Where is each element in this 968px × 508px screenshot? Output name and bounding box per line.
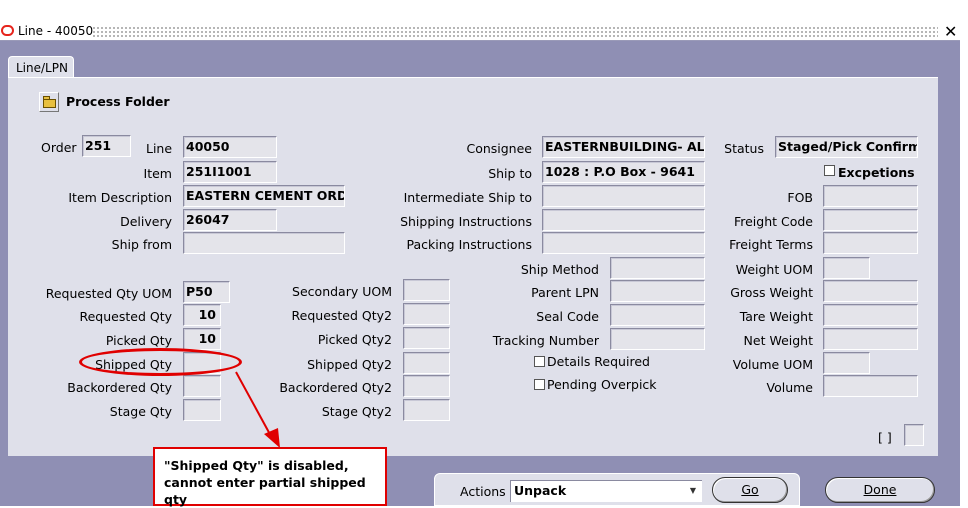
gross-weight-label: Gross Weight [730, 285, 813, 300]
item-label: Item [143, 166, 172, 181]
process-folder-label: Process Folder [66, 94, 170, 109]
window-title: Line - 40050 [18, 24, 94, 38]
packing-instructions-label: Packing Instructions [406, 237, 532, 252]
annotation-line-2: cannot enter partial shipped qty [164, 475, 366, 507]
consignee-field[interactable]: EASTERNBUILDING- ALL [542, 136, 705, 158]
intermediate-ship-to-field[interactable] [542, 185, 705, 207]
annotation-highlight-ellipse [79, 348, 242, 376]
seal-code-label: Seal Code [536, 309, 599, 324]
details-required-checkbox[interactable] [534, 356, 545, 367]
stage-qty2-field[interactable] [403, 399, 450, 421]
secondary-uom-field[interactable] [403, 279, 450, 301]
annotation-callout: "Shipped Qty" is disabled, cannot enter … [153, 447, 387, 507]
oracle-logo-icon [1, 25, 14, 36]
stage-qty-label: Stage Qty [109, 404, 172, 419]
picked-qty-field[interactable]: 10 [183, 328, 221, 350]
requested-qty2-label: Requested Qty2 [291, 308, 392, 323]
fob-label: FOB [787, 190, 813, 205]
ship-to-label: Ship to [488, 166, 532, 181]
ship-method-field[interactable] [610, 257, 705, 279]
backordered-qty-label: Backordered Qty [67, 380, 172, 395]
title-bar-texture [92, 26, 938, 37]
pending-overpick-checkbox[interactable] [534, 379, 545, 390]
shipping-instructions-field[interactable] [542, 209, 705, 231]
title-bar: Line - 40050 ✕ [0, 22, 960, 41]
secondary-uom-label: Secondary UOM [292, 284, 392, 299]
status-label: Status [724, 141, 764, 156]
intermediate-ship-to-label: Intermediate Ship to [403, 190, 532, 205]
status-field[interactable]: Staged/Pick Confirme [775, 136, 918, 158]
picked-qty-label: Picked Qty [105, 333, 172, 348]
go-button-label: Go [741, 482, 759, 497]
shipped-qty2-field[interactable] [403, 352, 450, 374]
close-icon[interactable]: ✕ [944, 22, 957, 41]
weight-uom-label: Weight UOM [735, 262, 813, 277]
requested-qty-uom-label: Requested Qty UOM [45, 286, 172, 301]
ship-to-field[interactable]: 1028 : P.O Box - 9641 [542, 161, 705, 183]
folder-icon [43, 99, 56, 108]
picked-qty2-label: Picked Qty2 [317, 332, 392, 347]
requested-qty-label: Requested Qty [79, 309, 172, 324]
net-weight-field[interactable] [823, 328, 918, 350]
shipping-instructions-label: Shipping Instructions [400, 214, 532, 229]
tare-weight-label: Tare Weight [739, 309, 813, 324]
parent-lpn-field[interactable] [610, 280, 705, 302]
volume-uom-label: Volume UOM [732, 357, 813, 372]
volume-field[interactable] [823, 375, 918, 397]
picked-qty2-field[interactable] [403, 327, 450, 349]
tracking-number-label: Tracking Number [492, 333, 599, 348]
packing-instructions-field[interactable] [542, 232, 705, 254]
parent-lpn-label: Parent LPN [531, 285, 599, 300]
annotation-arrow [235, 371, 280, 448]
ship-from-field[interactable] [183, 232, 345, 254]
line-label: Line [146, 141, 173, 156]
freight-terms-field[interactable] [823, 232, 918, 254]
volume-label: Volume [766, 380, 814, 395]
item-field[interactable]: 251I1001 [183, 161, 277, 183]
freight-code-label: Freight Code [733, 214, 813, 229]
go-button[interactable]: Go [712, 477, 788, 503]
process-folder-button[interactable] [39, 92, 59, 112]
backordered-qty2-field[interactable] [403, 375, 450, 397]
freight-terms-label: Freight Terms [729, 237, 813, 252]
details-required-label: Details Required [547, 354, 650, 369]
weight-uom-field[interactable] [823, 257, 870, 279]
stage-qty-field[interactable] [183, 399, 221, 421]
ship-method-label: Ship Method [520, 262, 599, 277]
exceptions-label: Excpetions [838, 165, 915, 180]
actions-select-value: Unpack [514, 483, 567, 498]
tracking-number-field[interactable] [610, 328, 705, 350]
chevron-down-icon[interactable]: ▼ [686, 483, 700, 499]
delivery-field[interactable]: 26047 [183, 209, 277, 231]
line-field[interactable]: 40050 [183, 136, 277, 158]
tare-weight-field[interactable] [823, 304, 918, 326]
done-button[interactable]: Done [825, 477, 935, 503]
net-weight-label: Net Weight [743, 333, 813, 348]
gross-weight-field[interactable] [823, 280, 918, 302]
item-description-field[interactable]: EASTERN CEMENT ORDIN [183, 185, 345, 207]
requested-qty-field[interactable]: 10 [183, 304, 221, 326]
actions-select[interactable]: Unpack ▼ [510, 480, 702, 502]
actions-label: Actions [460, 484, 506, 499]
fob-field[interactable] [823, 185, 918, 207]
descriptive-flexfield[interactable] [904, 424, 924, 446]
volume-uom-field[interactable] [823, 352, 870, 374]
exceptions-checkbox[interactable] [824, 165, 835, 176]
freight-code-field[interactable] [823, 209, 918, 231]
pending-overpick-label: Pending Overpick [547, 377, 657, 392]
seal-code-field[interactable] [610, 304, 705, 326]
tab-line-lpn[interactable]: Line/LPN [8, 56, 74, 78]
backordered-qty-field[interactable] [183, 375, 221, 397]
brackets-label: [ ] [878, 430, 892, 445]
order-label: Order [41, 140, 77, 155]
item-description-label: Item Description [68, 190, 172, 205]
annotation-line-1: "Shipped Qty" is disabled, [164, 458, 349, 473]
done-button-label: Done [863, 482, 897, 497]
requested-qty2-field[interactable] [403, 303, 450, 325]
delivery-label: Delivery [120, 214, 172, 229]
order-field[interactable]: 251 [82, 135, 131, 157]
ship-from-label: Ship from [111, 237, 172, 252]
consignee-label: Consignee [466, 141, 532, 156]
requested-qty-uom-field[interactable]: P50 [183, 281, 230, 303]
